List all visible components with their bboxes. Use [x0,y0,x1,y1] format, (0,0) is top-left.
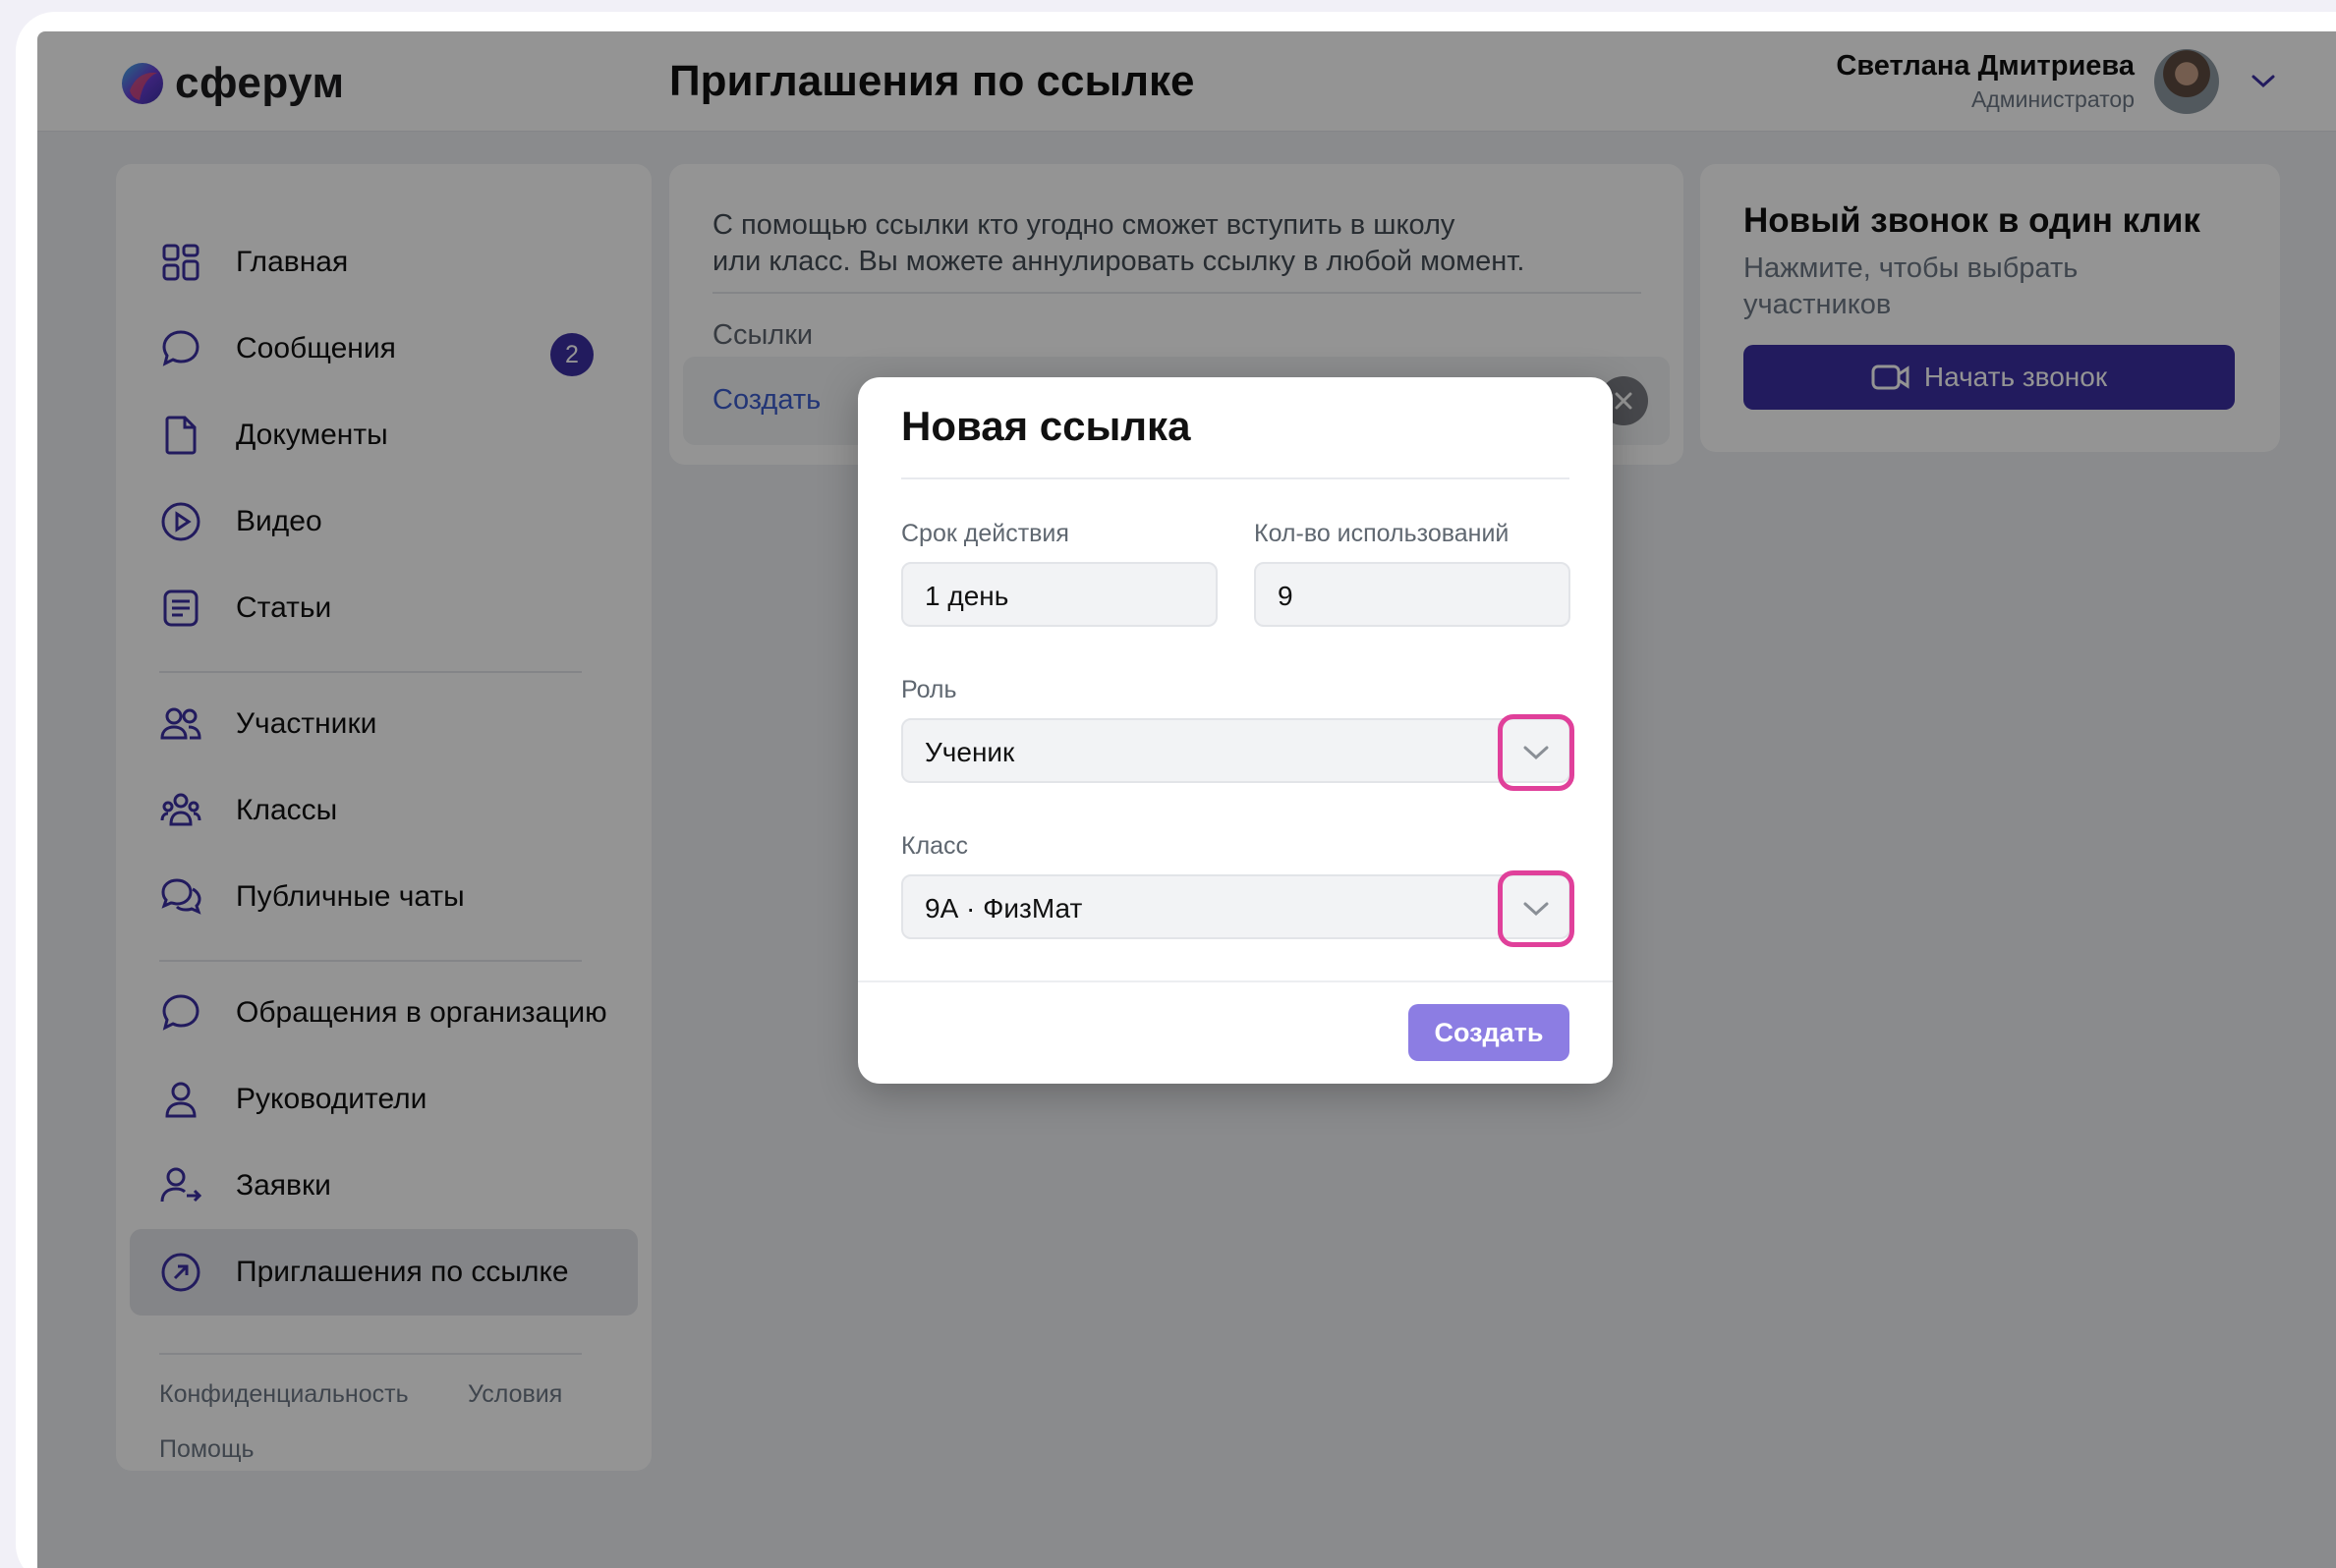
new-link-dialog: Новая ссылка Срок действия 1 день Кол-во… [858,377,1613,1084]
app-screen: сферум Приглашения по ссылке Светлана Дм… [37,31,2336,1568]
class-label: Класс [901,832,969,860]
dialog-title: Новая ссылка [901,403,1191,449]
uses-count-field[interactable]: 9 [1254,562,1570,627]
role-dropdown-toggle[interactable] [1498,714,1574,791]
class-value: 9А · ФизМат [925,893,1083,924]
role-select[interactable]: Ученик [901,714,1574,791]
role-value: Ученик [925,737,1015,767]
validity-label: Срок действия [901,520,1069,547]
role-label: Роль [901,676,957,703]
class-dropdown-toggle[interactable] [1498,870,1574,947]
validity-value: 1 день [925,581,1009,611]
uses-count-value: 9 [1278,581,1293,611]
chevron-down-icon [1523,746,1549,760]
uses-label: Кол-во использований [1254,520,1510,547]
dialog-footer-divider [858,980,1613,982]
validity-field[interactable]: 1 день [901,562,1218,627]
class-select[interactable]: 9А · ФизМат [901,870,1574,947]
create-button[interactable]: Создать [1408,1004,1569,1061]
dialog-divider [901,477,1569,479]
chevron-down-icon [1523,902,1549,917]
